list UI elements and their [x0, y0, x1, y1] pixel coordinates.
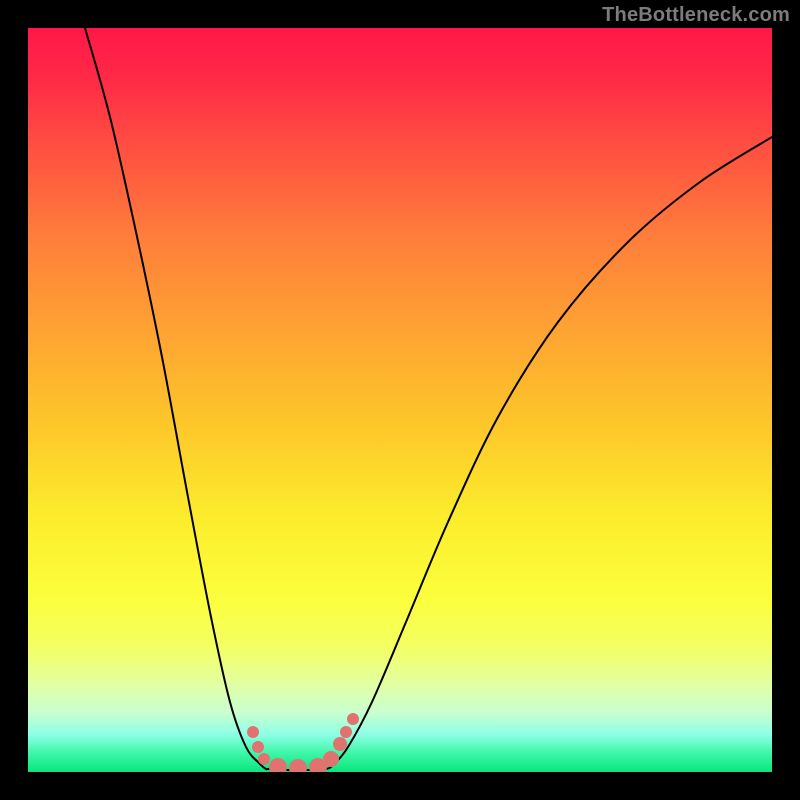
curve-layer — [28, 28, 772, 772]
marker-dot — [247, 726, 259, 738]
marker-dot — [252, 741, 264, 753]
watermark-text: TheBottleneck.com — [602, 4, 790, 27]
marker-dot — [269, 758, 287, 772]
plot-area — [28, 28, 772, 772]
marker-dot — [347, 713, 359, 725]
marker-dot — [258, 753, 270, 765]
chart-frame: TheBottleneck.com — [0, 0, 800, 800]
v-curve — [85, 28, 772, 770]
marker-dot — [323, 751, 339, 767]
highlight-markers — [247, 713, 359, 772]
bottleneck-curve — [85, 28, 772, 770]
marker-dot — [340, 726, 352, 738]
marker-dot — [289, 759, 307, 772]
marker-dot — [333, 737, 347, 751]
